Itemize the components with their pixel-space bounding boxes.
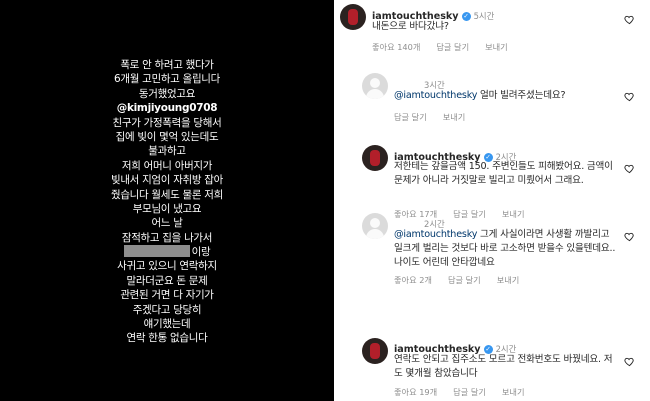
story-line: 줬습니다 월세도 물론 저희 bbox=[110, 188, 224, 201]
story-line: 동거했었고요 bbox=[138, 87, 196, 100]
reply-button[interactable]: 답글 달기 bbox=[448, 275, 481, 285]
story-line: 집에 빚이 몇억 있는데도 bbox=[115, 130, 219, 143]
blurred-name bbox=[123, 245, 190, 258]
like-heart-icon[interactable] bbox=[624, 163, 635, 174]
comment-text: 연락도 안되고 집주소도 모르고 전화번호도 바꿨네요. 저도 몇개월 참았습니… bbox=[394, 354, 613, 379]
avatar[interactable] bbox=[362, 73, 388, 99]
comment-text: 저한테는 갚을금액 150. 주변인들도 피해봤어요. 금액이 문제가 아니라 … bbox=[394, 161, 613, 186]
story-line: 연락 한통 없습니다 bbox=[126, 332, 208, 345]
story-line: 폭로 안 하려고 했다가 bbox=[120, 59, 214, 71]
story-line: 주겠다고 당당히 bbox=[132, 303, 202, 316]
avatar[interactable] bbox=[340, 4, 366, 30]
send-button[interactable]: 보내기 bbox=[502, 387, 525, 397]
story-line: 말라더군요 돈 문제 bbox=[126, 274, 208, 287]
story-line: 6개월 고민하고 올립니다 bbox=[113, 73, 221, 86]
story-line-text: 이랑 bbox=[191, 246, 211, 259]
comments-panel: iamtouchthesky ✓ 5시간 내돈으로 바다갔냐? 좋아요 140개 답글… bbox=[338, 0, 650, 401]
comment-text: @iamtouchthesky 얼마 빌려주셨는데요? bbox=[394, 89, 619, 103]
story-line: 이랑 bbox=[0, 245, 334, 259]
comment-text: @iamtouchthesky 그게 사실이라면 사생활 까발리고 일크게 벌리… bbox=[394, 228, 619, 270]
like-heart-icon[interactable] bbox=[624, 231, 635, 242]
story-mention[interactable]: @kimjiyoung0708 bbox=[0, 101, 334, 115]
story-line: 어느 날 bbox=[151, 217, 183, 230]
like-heart-icon[interactable] bbox=[624, 14, 635, 25]
send-button[interactable]: 보내기 bbox=[497, 275, 520, 285]
story-line: 빚내서 지엄이 자취방 잡아 bbox=[110, 174, 224, 187]
send-button[interactable]: 보내기 bbox=[502, 209, 525, 219]
comment-mention[interactable]: @iamtouchthesky bbox=[394, 90, 477, 101]
like-heart-icon[interactable] bbox=[624, 91, 635, 102]
like-heart-icon[interactable] bbox=[624, 356, 635, 367]
story-line: 불과하고 bbox=[148, 145, 186, 158]
avatar[interactable] bbox=[362, 338, 388, 364]
story-panel: 폭로 안 하려고 했다가 6개월 고민하고 올립니다 동거했었고요 @kimji… bbox=[0, 0, 334, 401]
avatar[interactable] bbox=[362, 145, 388, 171]
story-line: 얘기했는데 bbox=[143, 318, 191, 331]
story-line: 사귀고 있으니 연락하지 bbox=[117, 260, 217, 273]
avatar[interactable] bbox=[362, 213, 388, 239]
comment-actions: 좋아요 19개 답글 달기 보내기 bbox=[394, 386, 541, 398]
likes-count[interactable]: 좋아요 19개 bbox=[394, 387, 437, 397]
likes-count[interactable]: 좋아요 140개 bbox=[372, 42, 420, 52]
story-line: 친구가 가정폭력을 당해서 bbox=[112, 116, 222, 129]
story-line: 부모님이 냈고요 bbox=[132, 202, 202, 215]
likes-count[interactable]: 좋아요 2개 bbox=[394, 275, 432, 285]
reply-button[interactable]: 답글 달기 bbox=[453, 209, 486, 219]
comment-actions: 답글 달기 보내기 bbox=[394, 111, 481, 123]
story-text: 폭로 안 하려고 했다가 6개월 고민하고 올립니다 동거했었고요 @kimji… bbox=[0, 58, 334, 346]
comment-actions: 좋아요 140개 답글 달기 보내기 bbox=[372, 41, 524, 53]
comment-text-body: 얼마 빌려주셨는데요? bbox=[477, 90, 566, 101]
comment-text: 내돈으로 바다갔냐? bbox=[372, 21, 449, 32]
reply-button[interactable]: 답글 달기 bbox=[453, 387, 486, 397]
comment-actions: 좋아요 2개 답글 달기 보내기 bbox=[394, 274, 535, 286]
reply-button[interactable]: 답글 달기 bbox=[436, 42, 469, 52]
send-button[interactable]: 보내기 bbox=[443, 112, 466, 122]
story-line: 관련된 거면 다 자기가 bbox=[120, 289, 214, 302]
comment-mention[interactable]: @iamtouchthesky bbox=[394, 229, 477, 240]
reply-button[interactable]: 답글 달기 bbox=[394, 112, 427, 122]
story-line: 잠적하고 집을 나가서 bbox=[121, 231, 213, 244]
story-line: 저희 어머니 아버지가 bbox=[121, 159, 213, 172]
send-button[interactable]: 보내기 bbox=[485, 42, 508, 52]
